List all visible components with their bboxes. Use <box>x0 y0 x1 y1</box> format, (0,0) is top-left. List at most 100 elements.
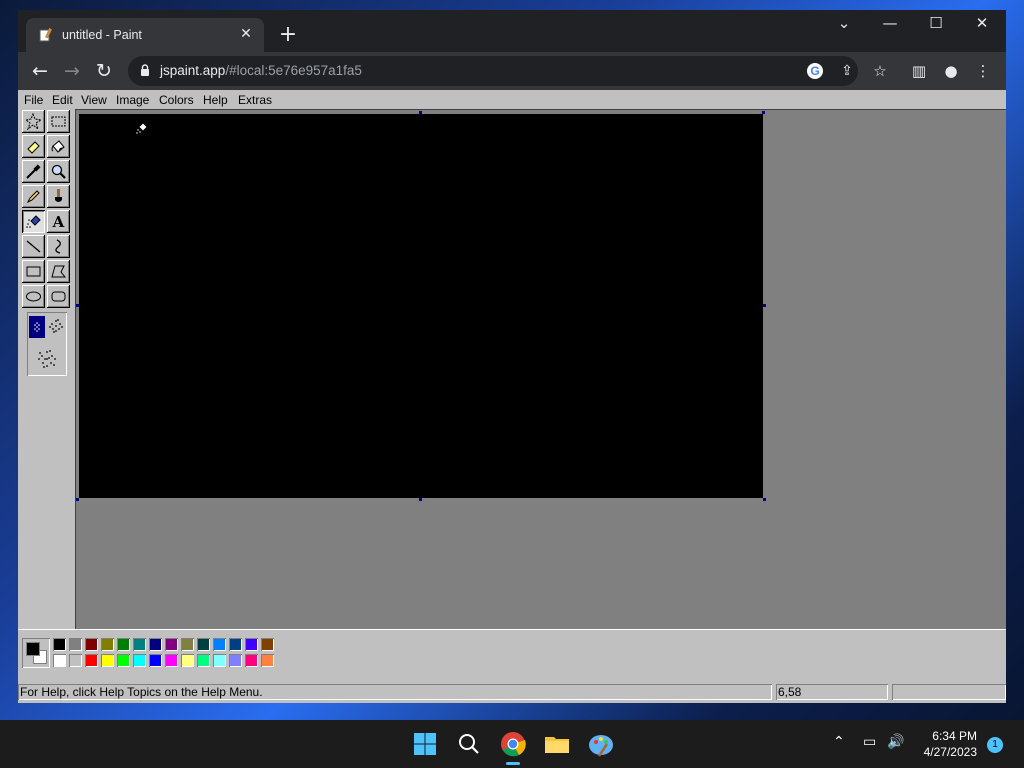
airbrush-tool[interactable] <box>22 210 45 233</box>
reload-icon[interactable]: ↻ <box>93 60 115 82</box>
color-swatch[interactable] <box>165 638 178 651</box>
share-icon[interactable]: ⇪ <box>838 62 856 80</box>
tab-paint[interactable]: untitled - Paint ✕ <box>26 18 264 52</box>
magnifier-icon <box>51 164 66 179</box>
drawing-canvas[interactable] <box>79 114 763 498</box>
airbrush-icon <box>26 215 41 228</box>
menu-file[interactable]: File <box>24 93 43 107</box>
color-swatch[interactable] <box>165 654 178 667</box>
file-explorer-icon[interactable] <box>543 730 571 758</box>
profile-icon[interactable]: ● <box>941 61 961 81</box>
color-swatch[interactable] <box>133 638 146 651</box>
airbrush-size-options <box>27 312 67 376</box>
resize-handle-bottom-right[interactable] <box>763 498 766 501</box>
rounded-rectangle-icon <box>51 291 66 302</box>
tab-close-icon[interactable]: ✕ <box>238 26 254 42</box>
maximize-button[interactable]: ☐ <box>913 14 959 42</box>
free-form-select-tool[interactable] <box>22 110 45 133</box>
color-swatch[interactable] <box>229 654 242 667</box>
minimize-button[interactable]: — <box>867 14 913 42</box>
paint-favicon-icon <box>39 28 52 42</box>
jspaint-app: File Edit View Image Colors Help Extras <box>18 90 1006 703</box>
menu-image[interactable]: Image <box>116 93 149 107</box>
more-menu-icon[interactable]: ⋮ <box>973 61 993 81</box>
color-swatch[interactable] <box>53 654 66 667</box>
color-swatch[interactable] <box>85 638 98 651</box>
airbrush-medium-option[interactable] <box>47 316 65 336</box>
forward-arrow-icon[interactable]: → <box>61 60 83 82</box>
curve-tool[interactable] <box>47 235 70 258</box>
color-swatch[interactable] <box>181 654 194 667</box>
color-swatch[interactable] <box>261 654 274 667</box>
color-swatch[interactable] <box>69 654 82 667</box>
menu-help[interactable]: Help <box>203 93 228 107</box>
tab-title: untitled - Paint <box>62 28 142 42</box>
rectangle-tool[interactable] <box>22 260 45 283</box>
color-swatch[interactable] <box>101 638 114 651</box>
pencil-icon <box>26 190 40 204</box>
pencil-tool[interactable] <box>22 185 45 208</box>
resize-handle-right[interactable] <box>763 304 766 307</box>
color-swatch[interactable] <box>69 638 82 651</box>
color-swatch[interactable] <box>213 638 226 651</box>
paint-app-icon[interactable] <box>587 730 615 758</box>
color-swatch[interactable] <box>229 638 242 651</box>
google-lens-icon[interactable]: G <box>806 62 824 80</box>
airbrush-small-option[interactable] <box>29 316 45 338</box>
color-swatch[interactable] <box>149 654 162 667</box>
resize-handle-left <box>76 304 79 307</box>
color-swatch[interactable] <box>213 654 226 667</box>
chevron-up-icon[interactable]: ⌃ <box>833 734 845 750</box>
google-g-icon: G <box>807 63 823 79</box>
chrome-icon[interactable] <box>499 730 527 758</box>
windows-start-icon[interactable] <box>411 730 439 758</box>
tab-search-icon[interactable]: ⌄ <box>821 14 867 42</box>
polygon-tool[interactable] <box>47 260 70 283</box>
notification-badge[interactable]: 1 <box>987 737 1003 753</box>
resize-handle-bottom[interactable] <box>419 498 422 501</box>
menu-extras[interactable]: Extras <box>238 93 272 107</box>
polygon-icon <box>51 265 67 278</box>
volume-icon[interactable]: 🔊 <box>887 734 904 750</box>
color-swatch[interactable] <box>117 638 130 651</box>
color-swatch[interactable] <box>85 654 98 667</box>
color-swatch[interactable] <box>181 638 194 651</box>
color-swatch[interactable] <box>245 654 258 667</box>
canvas-area[interactable] <box>75 109 1006 629</box>
resize-handle-top-right <box>762 111 765 114</box>
current-colors[interactable] <box>22 638 50 668</box>
fill-tool[interactable] <box>47 135 70 158</box>
color-swatch[interactable] <box>261 638 274 651</box>
magnifier-tool[interactable] <box>47 160 70 183</box>
text-tool[interactable]: A <box>47 210 70 233</box>
pick-color-tool[interactable] <box>22 160 45 183</box>
clock[interactable]: 6:34 PM 4/27/2023 <box>924 728 977 760</box>
brush-tool[interactable] <box>47 185 70 208</box>
color-swatch[interactable] <box>117 654 130 667</box>
menu-colors[interactable]: Colors <box>159 93 194 107</box>
color-swatch[interactable] <box>101 654 114 667</box>
address-bar[interactable]: jspaint.app/#local:5e76e957a1fa5 G ⇪ <box>128 56 858 86</box>
color-swatch[interactable] <box>53 638 66 651</box>
svg-text:G: G <box>810 64 819 78</box>
menu-view[interactable]: View <box>81 93 107 107</box>
color-swatch[interactable] <box>245 638 258 651</box>
close-window-button[interactable]: ✕ <box>959 14 1005 42</box>
bookmark-star-icon[interactable]: ☆ <box>870 61 890 81</box>
menu-edit[interactable]: Edit <box>52 93 73 107</box>
network-icon[interactable]: ▭ <box>863 734 876 750</box>
color-swatch[interactable] <box>149 638 162 651</box>
side-panel-icon[interactable]: ▥ <box>909 61 929 81</box>
color-swatch[interactable] <box>133 654 146 667</box>
back-arrow-icon[interactable]: ← <box>29 60 51 82</box>
color-swatch[interactable] <box>197 654 210 667</box>
select-tool[interactable] <box>47 110 70 133</box>
search-icon[interactable] <box>455 730 483 758</box>
new-tab-button[interactable]: + <box>278 24 298 46</box>
ellipse-tool[interactable] <box>22 285 45 308</box>
line-tool[interactable] <box>22 235 45 258</box>
eraser-tool[interactable] <box>22 135 45 158</box>
rounded-rectangle-tool[interactable] <box>47 285 70 308</box>
airbrush-large-option[interactable] <box>35 346 59 372</box>
color-swatch[interactable] <box>197 638 210 651</box>
